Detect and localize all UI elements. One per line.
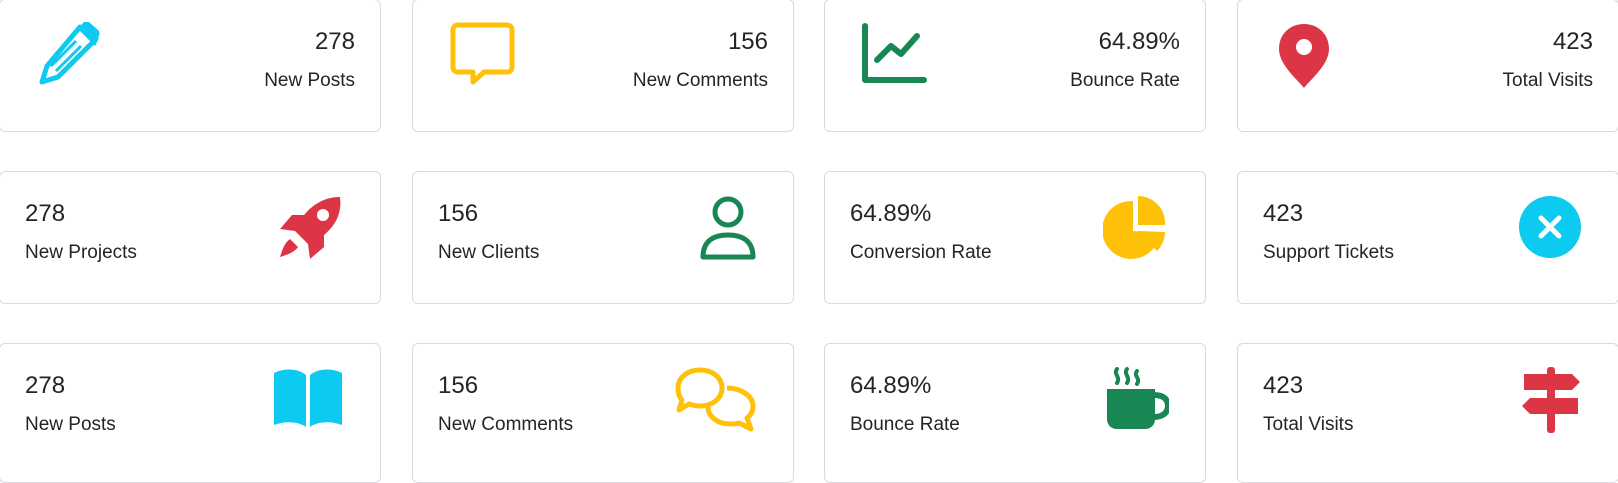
- stat-card-bounce-rate-2: 64.89% Bounce Rate: [824, 343, 1206, 483]
- stat-card-total-visits: 423 Total Visits: [1237, 0, 1618, 132]
- stat-card-new-clients: 156 New Clients: [412, 171, 794, 304]
- chat-bubbles-icon: [675, 367, 757, 433]
- stat-value: 423: [1552, 28, 1593, 55]
- stat-card-new-comments-2: 156 New Comments: [412, 343, 794, 483]
- stat-value: 278: [25, 200, 66, 227]
- x-circle-icon: [1518, 195, 1582, 259]
- stat-value: 423: [1263, 372, 1304, 399]
- stat-label: Bounce Rate: [1070, 70, 1180, 91]
- stat-label: Conversion Rate: [850, 242, 992, 263]
- coffee-cup-icon: [1103, 367, 1169, 433]
- graph-up-icon: [861, 22, 927, 88]
- stat-label: New Comments: [632, 70, 768, 91]
- stat-card-bounce-rate: 64.89% Bounce Rate: [824, 0, 1206, 132]
- stat-value: 64.89%: [850, 200, 932, 227]
- stat-label: Total Visits: [1263, 414, 1354, 435]
- person-icon: [699, 195, 757, 261]
- stat-value: 156: [438, 200, 479, 227]
- stat-value: 64.89%: [850, 372, 932, 399]
- stat-value: 423: [1263, 200, 1304, 227]
- stat-value: 278: [25, 372, 66, 399]
- stat-value: 156: [438, 372, 479, 399]
- stat-value: 278: [314, 28, 355, 55]
- rocket-icon: [278, 195, 344, 261]
- stat-card-new-posts: 278 New Posts: [0, 0, 381, 132]
- signpost-icon: [1520, 367, 1582, 433]
- stat-card-support-tickets: 423 Support Tickets: [1237, 171, 1618, 304]
- pencil-icon: [36, 22, 100, 86]
- stat-label: New Projects: [25, 242, 137, 263]
- stat-value: 156: [727, 28, 768, 55]
- stat-label: New Posts: [264, 70, 355, 91]
- stat-card-new-comments: 156 New Comments: [412, 0, 794, 132]
- map-pin-icon: [1274, 22, 1334, 88]
- stat-value: 64.89%: [1098, 28, 1180, 55]
- chat-bubble-icon: [449, 22, 515, 88]
- stat-card-new-posts-2: 278 New Posts: [0, 343, 381, 483]
- stat-card-total-visits-2: 423 Total Visits: [1237, 343, 1618, 483]
- book-icon: [272, 367, 344, 429]
- stat-label: New Clients: [438, 242, 540, 263]
- stat-label: Bounce Rate: [850, 414, 960, 435]
- stat-card-new-projects: 278 New Projects: [0, 171, 381, 304]
- stat-label: Support Tickets: [1263, 242, 1394, 263]
- pie-chart-icon: [1103, 195, 1169, 261]
- stat-label: New Posts: [25, 414, 116, 435]
- stat-card-conversion-rate: 64.89% Conversion Rate: [824, 171, 1206, 304]
- stat-label: Total Visits: [1502, 70, 1593, 91]
- stat-label: New Comments: [438, 414, 574, 435]
